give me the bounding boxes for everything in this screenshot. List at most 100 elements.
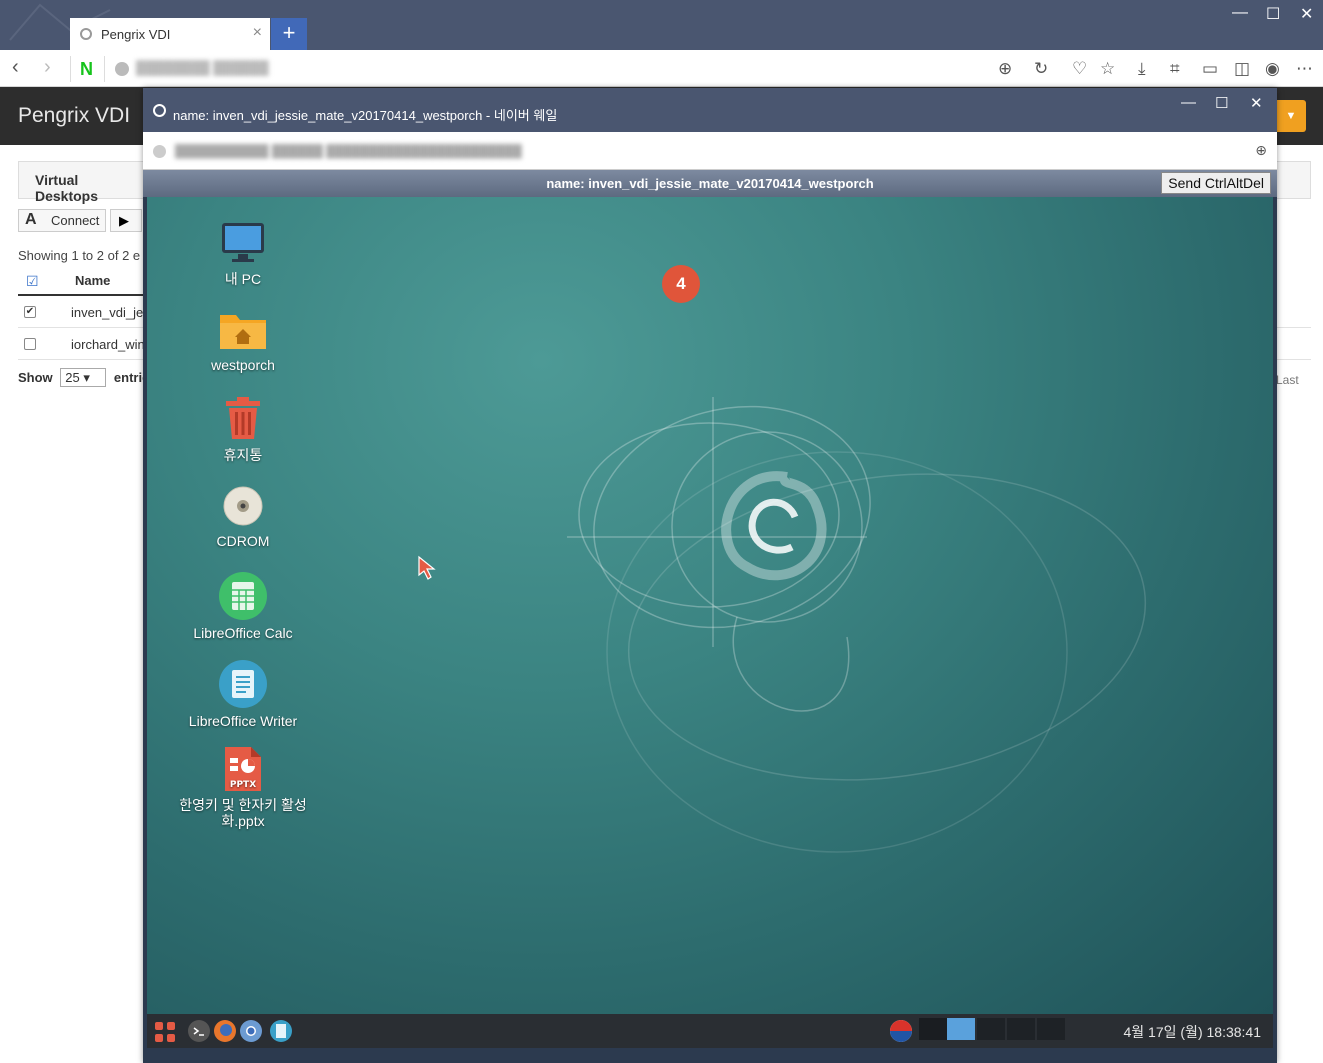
desktop-icon-label: CDROM: [216, 533, 270, 549]
desktop-icon-label: 한영키 및 한자키 활성화.pptx: [179, 797, 307, 829]
minimize-button[interactable]: —: [1232, 4, 1248, 22]
cdrom-icon: [223, 486, 263, 526]
writer-launcher-icon[interactable]: [269, 1019, 293, 1043]
trash-icon: [226, 397, 260, 439]
table-row[interactable]: ✔ inven_vdi_je: [18, 296, 144, 328]
last-page-link[interactable]: Last: [1276, 373, 1299, 387]
profile-icon[interactable]: ◉: [1265, 59, 1280, 79]
mouse-cursor-icon: [418, 555, 436, 580]
tab-virtual-desktops[interactable]: Virtual Desktops: [18, 161, 146, 204]
browser-titlebar: Pengrix VDI × + — ☐ ✕: [0, 0, 1323, 50]
desktop-icon-label: 내 PC: [224, 271, 262, 287]
popup-close-button[interactable]: ✕: [1250, 94, 1263, 112]
workspace-4[interactable]: [1037, 1018, 1065, 1040]
terminal-icon[interactable]: [187, 1019, 211, 1043]
desktop-icon-label: LibreOffice Writer: [188, 713, 298, 729]
menu-launcher-icon[interactable]: [153, 1020, 177, 1044]
firefox-icon[interactable]: [213, 1019, 237, 1043]
table-row[interactable]: iorchard_win: [18, 328, 144, 360]
desktop-icon-my-pc[interactable]: 내 PC: [168, 219, 318, 289]
pptx-icon: PPTX: [225, 747, 261, 791]
tab-favicon-icon: [80, 28, 92, 40]
input-method-icon[interactable]: [889, 1019, 913, 1043]
connect-button[interactable]: A Connect: [18, 209, 106, 232]
row-checkbox[interactable]: ✔: [24, 306, 36, 318]
page-size-control: Show 25 ▾ entrie: [18, 368, 149, 387]
workspace-2[interactable]: [977, 1018, 1005, 1040]
panel-edge: [1276, 161, 1311, 199]
tab-close-icon[interactable]: ×: [253, 24, 262, 42]
showing-text: Showing 1 to 2 of 2 e: [18, 248, 141, 263]
row-name: iorchard_win: [71, 337, 144, 352]
reload-icon[interactable]: ↻: [1034, 59, 1048, 79]
vnc-status-bar: name: inven_vdi_jessie_mate_v20170414_we…: [143, 170, 1277, 197]
show-label: Show: [18, 370, 53, 385]
taskbar-clock[interactable]: 4월 17일 (월) 18:38:41: [1124, 1022, 1262, 1042]
row-name: inven_vdi_je: [71, 305, 144, 320]
site-info-icon[interactable]: [153, 145, 166, 158]
close-button[interactable]: ✕: [1300, 4, 1313, 24]
desktop-icon-libreoffice-calc[interactable]: LibreOffice Calc: [168, 571, 318, 641]
address-bar-text[interactable]: ████████ ██████: [136, 60, 336, 76]
vnc-title: name: inven_vdi_jessie_mate_v20170414_we…: [546, 176, 874, 191]
popup-maximize-button[interactable]: ☐: [1215, 94, 1228, 112]
select-all-icon[interactable]: ☑: [26, 273, 39, 290]
download-icon[interactable]: ⤓: [1138, 59, 1146, 79]
annotation-badge: 4: [662, 265, 700, 303]
pocket-icon[interactable]: ♡: [1072, 59, 1087, 79]
tray-item[interactable]: [919, 1018, 947, 1040]
desktop-icon-label: westporch: [211, 357, 275, 373]
remote-desktop[interactable]: 내 PC westporch 휴지통 CDROM LibreOffice Cal…: [147, 197, 1273, 1014]
table-row-edge: [1276, 296, 1311, 328]
start-button[interactable]: ▶: [110, 209, 142, 232]
column-name[interactable]: Name: [75, 273, 110, 288]
desktop-icon-cdrom[interactable]: CDROM: [168, 483, 318, 549]
zoom-icon[interactable]: ⊕: [998, 59, 1012, 79]
bookmark-star-icon[interactable]: ☆: [1100, 59, 1115, 79]
zoom-icon[interactable]: ⊕: [1255, 142, 1267, 159]
calc-icon: [219, 572, 267, 620]
workspace-1[interactable]: [947, 1018, 975, 1040]
table-row-edge: [1276, 328, 1311, 360]
connect-label: Connect: [51, 213, 100, 228]
browser-navbar: ‹ › N ████████ ██████ ⊕ ↻ ♡ ☆ ⤓ ⌗ ▭ ◫ ◉ …: [0, 50, 1323, 87]
reader-icon[interactable]: ▭: [1202, 59, 1218, 79]
chromium-icon[interactable]: [239, 1019, 263, 1043]
tab-title: Pengrix VDI: [101, 26, 171, 42]
popup-title: name: inven_vdi_jessie_mate_v20170414_we…: [173, 108, 558, 123]
app-brand[interactable]: Pengrix VDI: [18, 104, 130, 128]
desktop-icon-libreoffice-writer[interactable]: LibreOffice Writer: [168, 659, 318, 729]
desktop-icon-trash[interactable]: 휴지통: [168, 395, 318, 465]
back-icon[interactable]: ‹: [12, 56, 19, 79]
maximize-button[interactable]: ☐: [1266, 4, 1280, 24]
forward-icon[interactable]: ›: [44, 56, 51, 79]
table-header: ☑ Name: [18, 265, 144, 296]
desktop-icon-westporch[interactable]: westporch: [168, 307, 318, 373]
writer-icon: [219, 660, 267, 708]
monitor-icon: [222, 223, 264, 262]
popup-address-bar[interactable]: ███████████ ██████ █████████████████████…: [143, 132, 1277, 170]
row-checkbox[interactable]: [24, 338, 36, 350]
workspace-3[interactable]: [1007, 1018, 1035, 1040]
home-folder-icon: [220, 315, 266, 349]
dropdown-button[interactable]: ▼: [1276, 100, 1306, 132]
play-icon: ▶: [119, 213, 129, 228]
divider: [104, 56, 105, 82]
sidebar-icon[interactable]: ◫: [1234, 59, 1250, 79]
new-tab-button[interactable]: +: [271, 18, 307, 50]
popup-favicon-icon: [153, 104, 166, 117]
popup-minimize-button[interactable]: —: [1181, 94, 1196, 111]
browser-tab[interactable]: Pengrix VDI ×: [70, 18, 270, 50]
site-info-icon[interactable]: [114, 61, 130, 77]
desktop-taskbar: 4월 17일 (월) 18:38:41: [147, 1014, 1273, 1048]
naver-logo-icon[interactable]: N: [80, 59, 93, 80]
send-ctrl-alt-del-button[interactable]: Send CtrlAltDel: [1161, 172, 1271, 194]
pptx-badge: PPTX: [230, 780, 256, 790]
desktop-icon-pptx-file[interactable]: PPTX 한영키 및 한자키 활성화.pptx: [168, 745, 318, 829]
popup-titlebar: name: inven_vdi_jessie_mate_v20170414_we…: [143, 88, 1277, 132]
crop-icon[interactable]: ⌗: [1170, 59, 1180, 79]
page-size-select[interactable]: 25 ▾: [60, 368, 107, 387]
popup-url: ███████████ ██████ █████████████████████…: [175, 144, 522, 158]
desktop-icon-label: 휴지통: [223, 447, 263, 463]
menu-icon[interactable]: ⋯: [1296, 59, 1313, 79]
